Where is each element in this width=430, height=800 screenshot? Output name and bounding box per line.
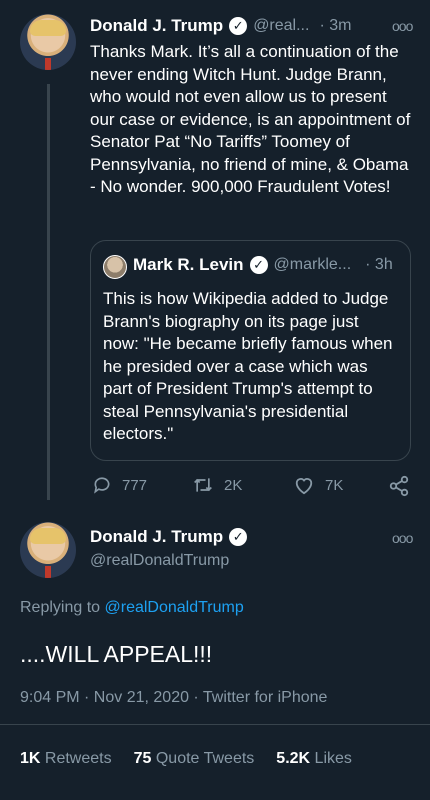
- verified-badge-icon: ✓: [229, 17, 248, 35]
- parent-tweet-header: Donald J. Trump ✓ @real... · 3m: [90, 16, 420, 36]
- tweet-time[interactable]: · 3m: [319, 17, 351, 35]
- more-options-icon[interactable]: ooo: [392, 18, 413, 34]
- verified-badge-icon: ✓: [229, 528, 248, 546]
- tweet-timestamp-meta[interactable]: 9:04 PM · Nov 21, 2020 · Twitter for iPh…: [20, 689, 327, 707]
- avatar-quoted: [103, 255, 127, 279]
- quoted-tweet-text: This is how Wikipedia added to Judge Bra…: [103, 289, 393, 443]
- author-name[interactable]: Donald J. Trump: [90, 16, 223, 36]
- replying-to-line: Replying to @realDonaldTrump: [20, 599, 244, 617]
- quoted-tweet[interactable]: Mark R. Levin ✓ @markle... · 3h This is …: [90, 240, 411, 461]
- parent-tweet-text: Thanks Mark. It’s all a continuation of …: [90, 42, 411, 196]
- replying-to-link[interactable]: @realDonaldTrump: [105, 599, 244, 616]
- quoted-tweet-header: Mark R. Levin ✓ @markle... · 3h: [133, 255, 403, 275]
- retweets-count: 1K: [20, 750, 41, 767]
- more-options-icon[interactable]: ooo: [392, 530, 413, 546]
- share-icon: [388, 475, 410, 497]
- reply-button[interactable]: 777: [92, 475, 147, 495]
- likes-stat[interactable]: 5.2K Likes: [276, 750, 352, 768]
- retweets-label: Retweets: [44, 750, 112, 767]
- retweets-stat[interactable]: 1K Retweets: [20, 750, 112, 768]
- like-button[interactable]: 7K: [293, 475, 343, 495]
- main-author-name[interactable]: Donald J. Trump: [90, 527, 223, 547]
- reply-icon: [92, 475, 112, 495]
- quoted-author-name: Mark R. Levin: [133, 255, 244, 274]
- retweet-count: 2K: [224, 476, 243, 494]
- replying-to-prefix: Replying to: [20, 599, 105, 616]
- avatar-main[interactable]: [20, 522, 76, 578]
- main-tweet-text: ....WILL APPEAL!!!: [20, 641, 213, 667]
- reply-count: 777: [122, 476, 148, 494]
- quote-tweets-count: 75: [133, 750, 152, 767]
- tweet-stats: 1K Retweets 75 Quote Tweets 5.2K Likes: [20, 750, 352, 768]
- retweet-icon: [192, 475, 214, 495]
- avatar-parent[interactable]: [20, 14, 76, 70]
- quote-tweets-label: Quote Tweets: [155, 750, 255, 767]
- divider: [0, 724, 430, 725]
- share-button[interactable]: [388, 475, 410, 497]
- like-count: 7K: [325, 476, 344, 494]
- verified-badge-icon: ✓: [249, 256, 268, 274]
- retweet-button[interactable]: 2K: [192, 475, 242, 495]
- quoted-tweet-time: · 3h: [365, 256, 393, 273]
- likes-label: Likes: [314, 750, 352, 767]
- main-author-handle[interactable]: @realDonaldTrump: [90, 552, 229, 570]
- quoted-author-handle: @markle...: [273, 256, 352, 273]
- thread-connector-line: [47, 84, 50, 500]
- author-handle[interactable]: @real...: [253, 17, 309, 35]
- like-icon: [293, 475, 315, 495]
- likes-count: 5.2K: [276, 750, 311, 767]
- quote-tweets-stat[interactable]: 75 Quote Tweets: [134, 750, 255, 768]
- main-tweet-header: Donald J. Trump ✓: [90, 527, 248, 547]
